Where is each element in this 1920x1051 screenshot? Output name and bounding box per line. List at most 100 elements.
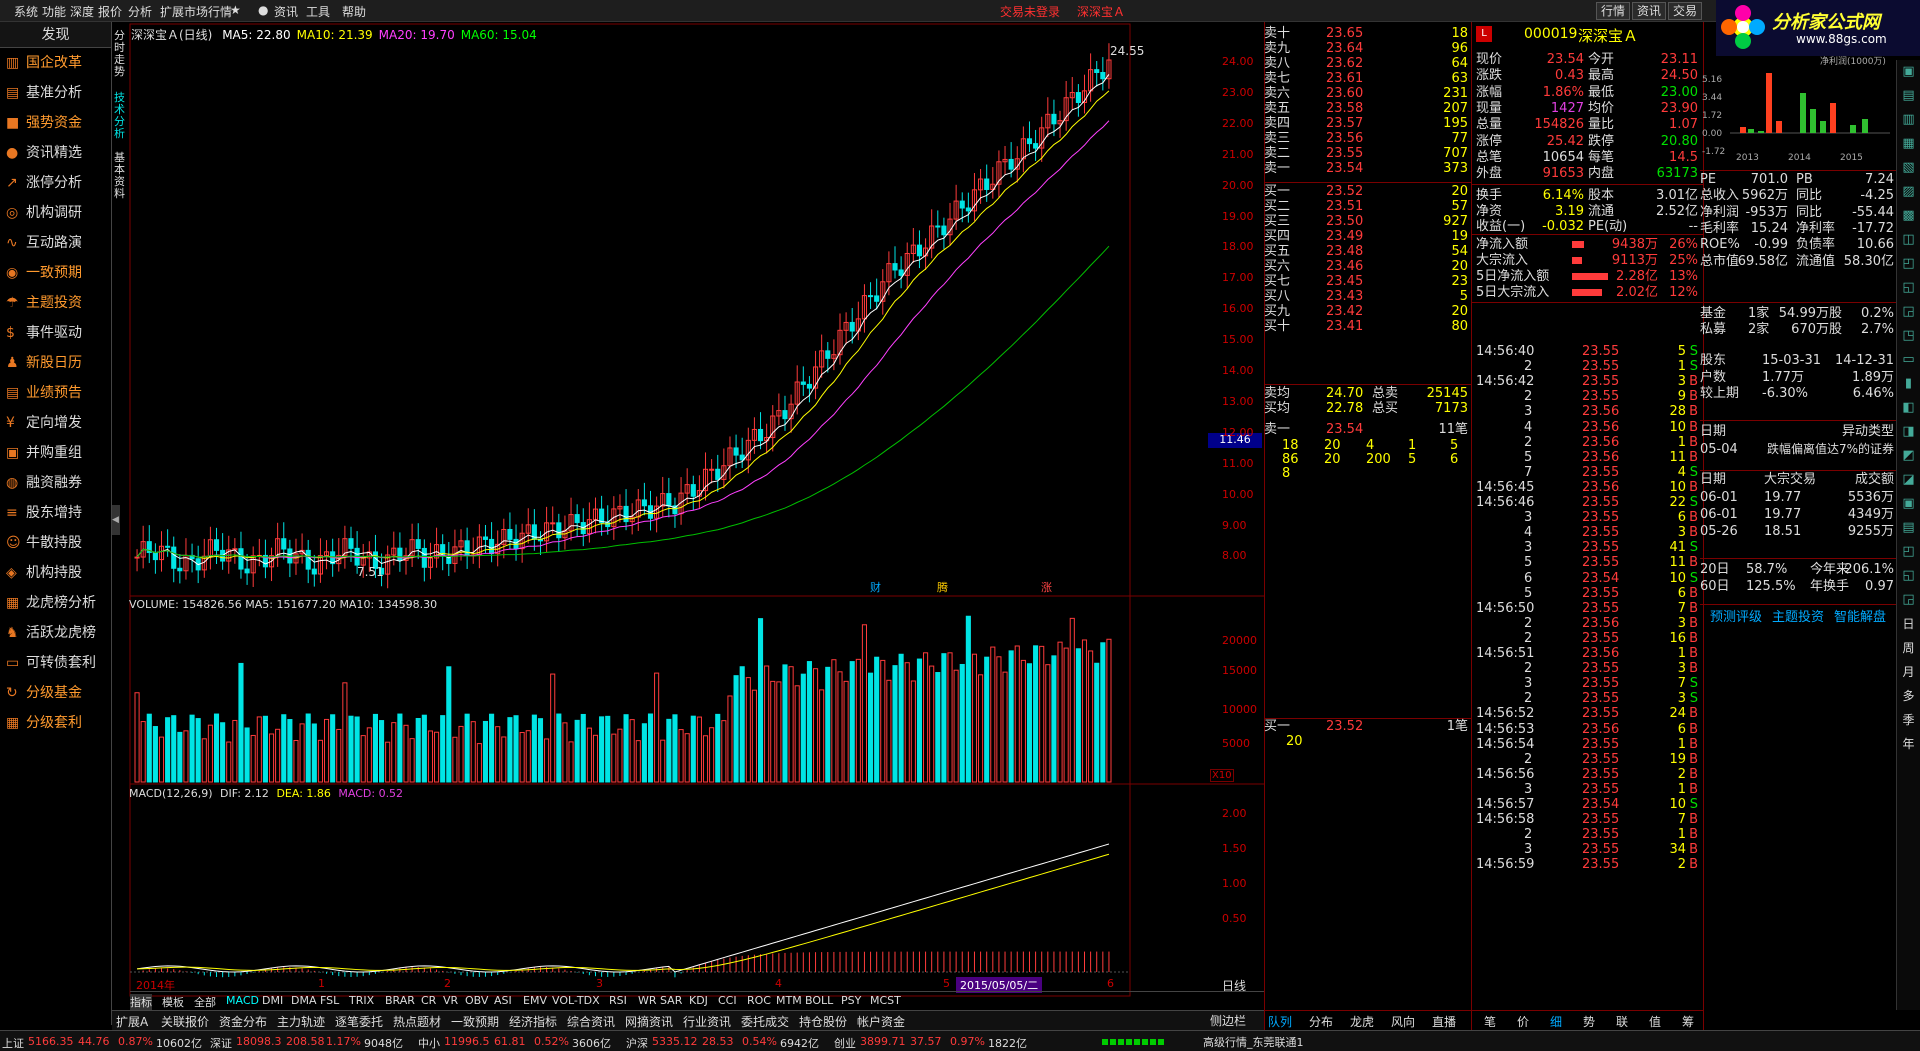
tab-news[interactable]: 资讯: [1632, 2, 1667, 20]
toolbar-icon[interactable]: ▭: [1897, 348, 1920, 372]
menu-item-0[interactable]: 系统: [14, 3, 38, 20]
menu-item-7[interactable]: ●: [258, 3, 268, 17]
toolbar-icon[interactable]: ▤: [1897, 516, 1920, 540]
period-button-5[interactable]: 年: [1897, 732, 1920, 756]
sidebar-item-17[interactable]: ◈ 机构持股: [0, 558, 111, 588]
toolbar-icon[interactable]: ◨: [1897, 420, 1920, 444]
tick-tab-2[interactable]: 细: [1550, 1013, 1562, 1030]
toolbar-icon[interactable]: ▨: [1897, 180, 1920, 204]
indicator-tab-13[interactable]: EMV: [523, 994, 547, 1007]
indicator-tab-18[interactable]: KDJ: [689, 994, 708, 1007]
menu-item-6[interactable]: ★: [230, 3, 241, 17]
sidebar-item-20[interactable]: ▭ 可转债套利: [0, 648, 111, 678]
sidebar-item-14[interactable]: ◍ 融资融券: [0, 468, 111, 498]
indicator-tab-8[interactable]: BRAR: [385, 994, 415, 1007]
sidebar-item-2[interactable]: ■ 强势资金: [0, 108, 111, 138]
indicator-tab-1[interactable]: 模板: [162, 994, 184, 1010]
function-tab-6[interactable]: 一致预期: [451, 1013, 499, 1030]
menu-item-9[interactable]: 工具: [306, 3, 330, 20]
indicator-tab-2[interactable]: 全部: [194, 994, 216, 1010]
toolbar-icon[interactable]: ◩: [1897, 444, 1920, 468]
indicator-tab-20[interactable]: ROC: [747, 994, 771, 1007]
toolbar-icon[interactable]: ◱: [1897, 564, 1920, 588]
function-tab-2[interactable]: 资金分布: [219, 1013, 267, 1030]
order-book-tab-0[interactable]: 队列: [1268, 1013, 1292, 1030]
order-book-tab-2[interactable]: 龙虎: [1350, 1013, 1374, 1030]
period-button-2[interactable]: 月: [1897, 660, 1920, 684]
tab-technical[interactable]: 技术分析: [114, 92, 128, 140]
login-status[interactable]: 交易未登录: [1000, 3, 1060, 20]
menu-item-5[interactable]: 扩展市场行情: [160, 3, 232, 20]
tab-trade[interactable]: 交易: [1668, 2, 1703, 20]
indicator-tab-0[interactable]: 指标: [130, 994, 152, 1010]
sidebar-item-22[interactable]: ▦ 分级套利: [0, 708, 111, 738]
toolbar-icon[interactable]: ▣: [1897, 60, 1920, 84]
indicator-tab-17[interactable]: SAR: [660, 994, 682, 1007]
function-tab-1[interactable]: 关联报价: [161, 1013, 209, 1030]
toolbar-icon[interactable]: ▮: [1897, 372, 1920, 396]
indicator-tab-24[interactable]: MCST: [870, 994, 901, 1007]
sidebar-item-8[interactable]: ☂ 主题投资: [0, 288, 111, 318]
indicator-tab-4[interactable]: DMI: [262, 994, 283, 1007]
toolbar-icon[interactable]: ◧: [1897, 396, 1920, 420]
order-book-tab-3[interactable]: 风向: [1391, 1013, 1415, 1030]
toolbar-icon[interactable]: ◳: [1897, 324, 1920, 348]
marker-limit[interactable]: 涨: [1041, 579, 1052, 595]
function-tab-9[interactable]: 网摘资讯: [625, 1013, 673, 1030]
sidebar-item-7[interactable]: ◉ 一致预期: [0, 258, 111, 288]
sidebar-item-13[interactable]: ▣ 并购重组: [0, 438, 111, 468]
function-tab-8[interactable]: 综合资讯: [567, 1013, 615, 1030]
tick-tab-1[interactable]: 价: [1517, 1013, 1529, 1030]
function-tab-7[interactable]: 经济指标: [509, 1013, 557, 1030]
function-tab-10[interactable]: 行业资讯: [683, 1013, 731, 1030]
sidebar-item-1[interactable]: ▤ 基准分析: [0, 78, 111, 108]
toolbar-icon[interactable]: ▧: [1897, 156, 1920, 180]
period-button-3[interactable]: 多: [1897, 684, 1920, 708]
sidebar-item-4[interactable]: ↗ 涨停分析: [0, 168, 111, 198]
toolbar-icon[interactable]: ◰: [1897, 252, 1920, 276]
toolbar-icon[interactable]: ◫: [1897, 228, 1920, 252]
sidebar-item-21[interactable]: ↻ 分级基金: [0, 678, 111, 708]
function-tab-12[interactable]: 持仓股份: [799, 1013, 847, 1030]
sidebar-item-10[interactable]: ♟ 新股日历: [0, 348, 111, 378]
sidebar-item-5[interactable]: ◎ 机构调研: [0, 198, 111, 228]
function-tab-4[interactable]: 逐笔委托: [335, 1013, 383, 1030]
tick-tab-5[interactable]: 值: [1649, 1013, 1661, 1030]
f10-link-1[interactable]: 主题投资: [1772, 610, 1824, 625]
function-tab-13[interactable]: 帐户资金: [857, 1013, 905, 1030]
period-button-1[interactable]: 周: [1897, 636, 1920, 660]
indicator-tab-3[interactable]: MACD: [226, 994, 259, 1007]
indicator-tab-12[interactable]: ASI: [494, 994, 512, 1007]
indicator-tab-9[interactable]: CR: [421, 994, 436, 1007]
menu-item-10[interactable]: 帮助: [342, 3, 366, 20]
function-tab-5[interactable]: 热点题材: [393, 1013, 441, 1030]
period-button-0[interactable]: 日: [1897, 612, 1920, 636]
period-button-4[interactable]: 季: [1897, 708, 1920, 732]
sidebar-item-11[interactable]: ▤ 业绩预告: [0, 378, 111, 408]
sidebar-item-12[interactable]: ¥ 定向增发: [0, 408, 111, 438]
toolbar-icon[interactable]: ◪: [1897, 468, 1920, 492]
toolbar-icon[interactable]: ▣: [1897, 492, 1920, 516]
kline-chart[interactable]: [112, 22, 1264, 1010]
f10-link-0[interactable]: 预测评级: [1710, 610, 1762, 625]
indicator-tab-14[interactable]: VOL-TDX: [552, 994, 600, 1007]
function-tab-11[interactable]: 委托成交: [741, 1013, 789, 1030]
sidebar-toggle[interactable]: 侧边栏: [1210, 1012, 1246, 1029]
sidebar-item-9[interactable]: $ 事件驱动: [0, 318, 111, 348]
function-tab-0[interactable]: 扩展A: [116, 1013, 148, 1030]
toolbar-icon[interactable]: ▥: [1897, 108, 1920, 132]
sidebar-item-0[interactable]: ▥ 国企改革: [0, 48, 111, 78]
tab-basic-info[interactable]: 基本资料: [114, 152, 128, 200]
indicator-tab-7[interactable]: TRIX: [349, 994, 374, 1007]
function-tab-3[interactable]: 主力轨迹: [277, 1013, 325, 1030]
marker-finance[interactable]: 财: [870, 579, 881, 595]
indicator-tab-16[interactable]: WR: [638, 994, 657, 1007]
indicator-tab-11[interactable]: OBV: [465, 994, 488, 1007]
tick-tab-4[interactable]: 联: [1616, 1013, 1628, 1030]
toolbar-icon[interactable]: ◲: [1897, 300, 1920, 324]
order-book-tab-1[interactable]: 分布: [1309, 1013, 1333, 1030]
toolbar-icon[interactable]: ▩: [1897, 204, 1920, 228]
tick-tab-6[interactable]: 筹: [1682, 1013, 1694, 1030]
sidebar-item-19[interactable]: ♞ 活跃龙虎榜: [0, 618, 111, 648]
tick-tab-3[interactable]: 势: [1583, 1013, 1595, 1030]
